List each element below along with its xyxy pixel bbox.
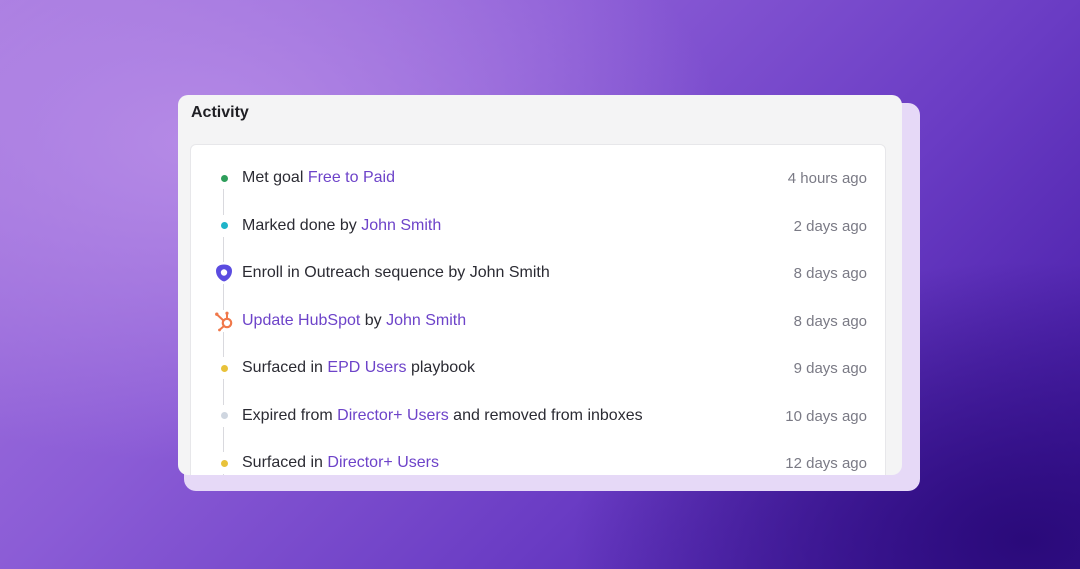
panel-title: Activity: [191, 104, 249, 121]
activity-text-segment: Expired from: [242, 406, 338, 424]
activity-link[interactable]: Director+ Users: [337, 407, 449, 424]
yellow-dot-icon: [213, 452, 235, 474]
activity-link[interactable]: Update HubSpot: [242, 312, 360, 329]
activity-row: Marked done by John Smith 2 days ago: [191, 211, 885, 241]
activity-panel: Activity Met goal Free to Paid 4 hours ag…: [178, 95, 902, 475]
hubspot-icon: [213, 309, 235, 332]
activity-timestamp: 12 days ago: [785, 455, 867, 472]
outreach-icon: [213, 262, 235, 284]
activity-text: Update HubSpot by John Smith: [242, 312, 466, 330]
activity-timestamp: 2 days ago: [793, 217, 867, 235]
activity-text-segment: Marked done by: [242, 216, 362, 234]
activity-row: Surfaced in EPD Users playbook 9 days ago: [191, 353, 885, 383]
activity-link[interactable]: Free to Paid: [308, 169, 395, 186]
activity-text: Marked done by John Smith: [242, 217, 441, 235]
activity-timestamp: 4 hours ago: [787, 170, 867, 187]
activity-text-segment: Met goal: [242, 169, 308, 186]
activity-text-segment: Surfaced in: [242, 359, 328, 376]
activity-link[interactable]: Director+ Users: [327, 454, 439, 471]
activity-text-segment: playbook: [406, 359, 476, 376]
activity-row: Expired from Director+ Users and removed…: [191, 401, 885, 431]
green-dot-icon: [213, 167, 235, 189]
activity-text-segment: and removed from inboxes: [448, 406, 643, 424]
activity-row: Surfaced in Director+ Users 12 days ago: [191, 448, 885, 475]
activity-row: Enroll in Outreach sequence by John Smit…: [191, 258, 885, 288]
yellow-dot-icon: [213, 357, 235, 379]
activity-text: Met goal Free to Paid: [242, 169, 395, 187]
gray-dot-icon: [213, 404, 235, 427]
activity-text: Surfaced in Director+ Users: [242, 454, 439, 472]
activity-row: Met goal Free to Paid 4 hours ago: [191, 163, 885, 193]
activity-link[interactable]: John Smith: [386, 312, 466, 329]
activity-link[interactable]: EPD Users: [327, 359, 406, 376]
activity-timestamp: 8 days ago: [793, 312, 867, 330]
activity-text: Expired from Director+ Users and removed…: [242, 407, 643, 425]
activity-link[interactable]: John Smith: [361, 217, 441, 234]
activity-text-segment: by: [360, 311, 387, 329]
activity-list: Met goal Free to Paid 4 hours ago Marked d…: [190, 144, 886, 475]
activity-timestamp: 9 days ago: [793, 360, 867, 377]
activity-text-segment: Enroll in Outreach sequence by John Smit…: [242, 264, 550, 281]
activity-timestamp: 8 days ago: [793, 265, 867, 282]
activity-row: Update HubSpot by John Smith 8 days ago: [191, 306, 885, 336]
activity-text-segment: Surfaced in: [242, 454, 328, 471]
activity-text: Surfaced in EPD Users playbook: [242, 359, 475, 377]
activity-timestamp: 10 days ago: [785, 407, 867, 425]
teal-dot-icon: [213, 214, 235, 237]
activity-text: Enroll in Outreach sequence by John Smit…: [242, 264, 550, 282]
